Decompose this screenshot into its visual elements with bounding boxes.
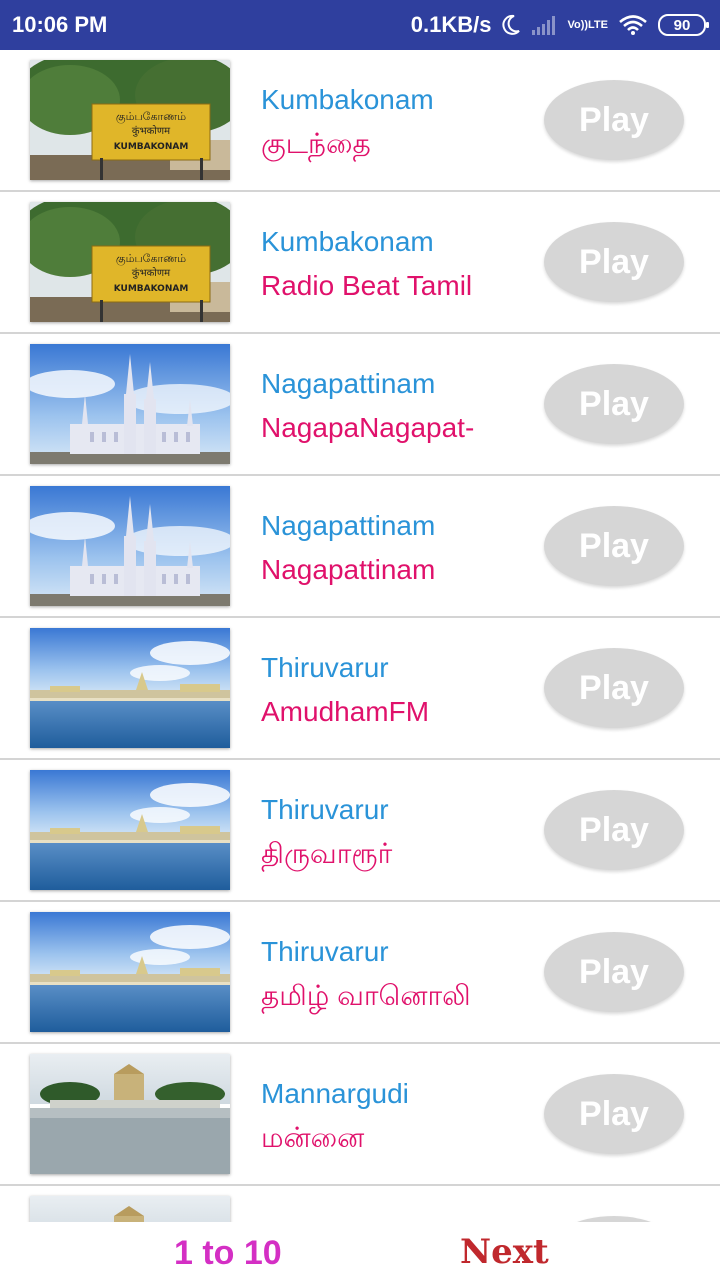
volte-label: Vo)) <box>567 19 589 31</box>
church-photo <box>30 344 230 464</box>
station-thumbnail: கும்பகோணம் कुंभकोणम KUMBAKONAM <box>30 202 230 322</box>
station-thumbnail <box>30 770 230 890</box>
play-button[interactable]: Play <box>544 506 684 586</box>
station-name: NagapaNagapat- <box>261 412 475 443</box>
page-indicator: 1 to 10 <box>174 1234 282 1272</box>
station-row[interactable]: Thiruvarur தமிழ் வானொலி Play <box>0 902 720 1044</box>
station-row[interactable]: Thiruvarur AmudhamFM Play <box>0 618 720 760</box>
district-name: Nagapattinam <box>261 510 436 541</box>
svg-text:KUMBAKONAM: KUMBAKONAM <box>114 142 189 152</box>
station-name: தமிழ் வானொலி <box>261 980 471 1011</box>
station-thumbnail <box>30 344 230 464</box>
svg-text:कुंभकोणम: कुंभकोणम <box>132 267 171 279</box>
station-row-partial[interactable] <box>0 1186 720 1222</box>
play-button[interactable]: Play <box>544 364 684 444</box>
status-time: 10:06 PM <box>12 12 108 37</box>
station-name: குடந்தை <box>261 128 371 159</box>
signal-icon <box>531 14 557 36</box>
temple-tank-photo <box>30 912 230 1032</box>
mannargudi-tank-photo <box>30 1054 230 1174</box>
station-thumbnail <box>30 628 230 748</box>
kumbakonam-sign-photo: கும்பகோணம் कुंभकोणम KUMBAKONAM <box>30 60 230 180</box>
play-button[interactable]: Play <box>544 790 684 870</box>
station-name: AmudhamFM <box>261 696 430 727</box>
station-thumbnail: கும்பகோணம் कुंभकोणम KUMBAKONAM <box>30 60 230 180</box>
svg-text:KUMBAKONAM: KUMBAKONAM <box>114 284 189 294</box>
lte-label: LTE <box>588 19 608 31</box>
station-name: Nagapattinam <box>261 554 436 585</box>
station-row[interactable]: Mannargudi மன்னை Play <box>0 1044 720 1186</box>
district-name: Thiruvarur <box>261 652 389 683</box>
network-speed: 0.1KB/s <box>410 12 492 37</box>
station-thumbnail <box>30 1196 230 1222</box>
status-icons: 0.1KB/s Vo)) LTE 90 <box>410 12 709 38</box>
station-row[interactable]: Thiruvarur திருவாரூர் Play <box>0 760 720 902</box>
svg-text:கும்பகோணம்: கும்பகோணம் <box>116 252 186 267</box>
district-name: Kumbakonam <box>261 226 434 257</box>
station-name: மன்னை <box>261 1122 365 1153</box>
district-name: Thiruvarur <box>261 794 389 825</box>
moon-icon <box>501 14 521 36</box>
temple-tank-photo <box>30 770 230 890</box>
play-button[interactable]: Play <box>544 222 684 302</box>
next-page-button[interactable]: Next <box>460 1232 549 1272</box>
station-row[interactable]: கும்பகோணம் कुंभकोणम KUMBAKONAM Kumbakona… <box>0 192 720 334</box>
station-row[interactable]: Nagapattinam NagapaNagapat- Play <box>0 334 720 476</box>
pagination-footer: 1 to 10 Next <box>0 1222 720 1280</box>
battery-icon: 90 <box>658 14 709 36</box>
station-list[interactable]: கும்பகோணம் कुंभकोणम KUMBAKONAM Kumbakona… <box>0 50 720 1222</box>
station-name: திருவாரூர் <box>261 838 393 869</box>
battery-level: 90 <box>673 16 691 34</box>
volte-icon: Vo)) LTE <box>567 19 608 31</box>
play-button[interactable]: Play <box>544 648 684 728</box>
district-name: Thiruvarur <box>261 936 389 967</box>
church-photo <box>30 486 230 606</box>
svg-text:கும்பகோணம்: கும்பகோணம் <box>116 110 186 125</box>
wifi-icon <box>618 14 648 36</box>
station-row[interactable]: கும்பகோணம் कुंभकोणम KUMBAKONAM Kumbakona… <box>0 50 720 192</box>
station-thumbnail <box>30 912 230 1032</box>
play-button[interactable]: Play <box>544 932 684 1012</box>
station-name: Radio Beat Tamil <box>261 270 473 301</box>
station-thumbnail <box>30 486 230 606</box>
district-name: Kumbakonam <box>261 84 434 115</box>
district-name: Nagapattinam <box>261 368 436 399</box>
temple-tank-photo <box>30 628 230 748</box>
station-thumbnail <box>30 1054 230 1174</box>
station-row[interactable]: Nagapattinam Nagapattinam Play <box>0 476 720 618</box>
district-name: Mannargudi <box>261 1078 409 1109</box>
svg-text:कुंभकोणम: कुंभकोणम <box>132 125 171 137</box>
mannargudi-tank-photo <box>30 1196 230 1222</box>
play-button[interactable]: Play <box>544 1074 684 1154</box>
kumbakonam-sign-photo: கும்பகோணம் कुंभकोणम KUMBAKONAM <box>30 202 230 322</box>
play-button[interactable]: Play <box>544 80 684 160</box>
status-bar: 10:06 PM 0.1KB/s Vo)) LTE 90 <box>0 0 720 50</box>
